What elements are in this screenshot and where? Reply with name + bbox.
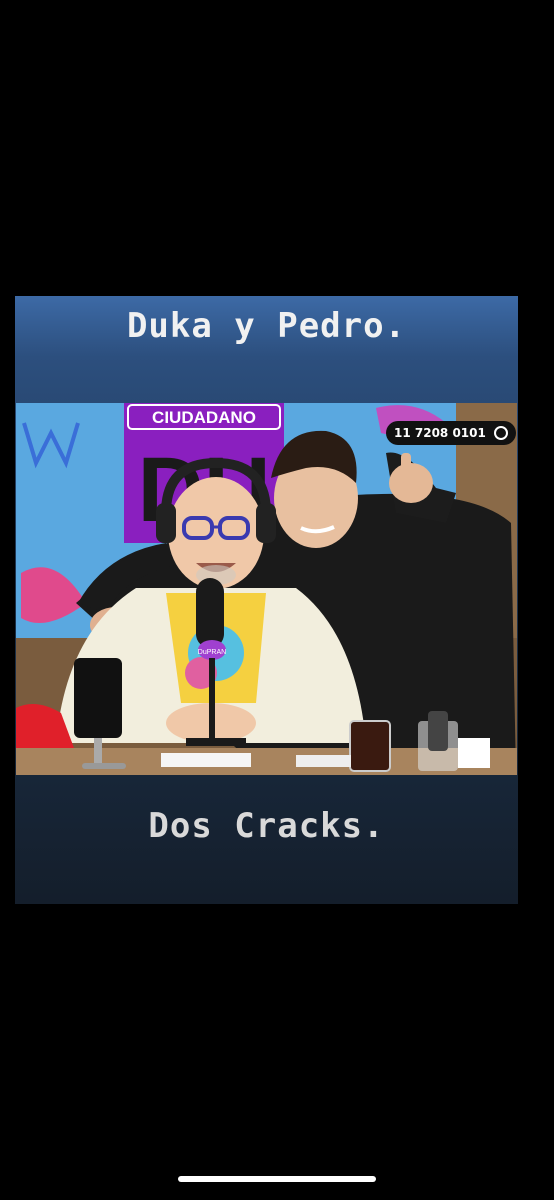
whatsapp-icon xyxy=(493,426,508,440)
show-title-text: CIUDADANO xyxy=(152,408,256,427)
podcast-photo-illustration: CIUDADANO DU xyxy=(16,403,517,775)
phone-on-stand xyxy=(74,658,122,738)
microphone xyxy=(196,578,224,648)
soda-glass xyxy=(349,720,391,772)
phone-number-text: 11 7208 0101 xyxy=(394,426,486,440)
mic-brand-text: DuPRAN xyxy=(198,649,226,656)
story-caption-bottom: Dos Cracks. xyxy=(148,806,385,846)
story-photo: CIUDADANO DU xyxy=(16,403,517,775)
phone-number-badge: 11 7208 0101 xyxy=(386,421,516,445)
home-indicator[interactable] xyxy=(178,1176,376,1182)
story-caption-top: Duka y Pedro. xyxy=(126,306,407,346)
story-card: Duka y Pedro. CIUDADANO DU xyxy=(15,296,518,904)
